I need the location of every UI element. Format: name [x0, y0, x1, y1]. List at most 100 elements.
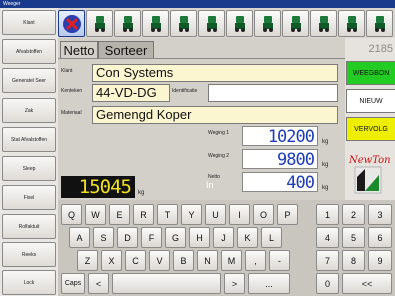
klant-field[interactable]: Con Systems	[92, 64, 338, 82]
truck-slot-7[interactable]	[254, 10, 281, 37]
truck-slot-5[interactable]	[198, 10, 225, 37]
truck-toolbar	[58, 8, 395, 38]
sidebar-button-lock[interactable]: Lock	[2, 270, 56, 295]
key-n[interactable]: N	[197, 250, 218, 271]
truck-icon	[318, 15, 329, 32]
key-ellipsis[interactable]: ...	[248, 273, 290, 294]
kenteken-field[interactable]: 44-VD-DG	[92, 84, 170, 102]
scale-readout: 15045	[61, 176, 135, 198]
key-g[interactable]: G	[165, 227, 186, 248]
sidebar-button-reeks[interactable]: Reeks	[2, 242, 56, 267]
key-l[interactable]: L	[261, 227, 282, 248]
truck-slot-4[interactable]	[170, 10, 197, 37]
identificatie-field[interactable]	[208, 84, 338, 102]
key-b[interactable]: B	[173, 250, 194, 271]
key-z[interactable]: Z	[77, 250, 98, 271]
key-j[interactable]: J	[213, 227, 234, 248]
key-caps[interactable]: Caps	[61, 273, 85, 294]
truck-icon	[150, 15, 161, 32]
sidebar-button-zak[interactable]: Zak	[2, 98, 56, 123]
key-h[interactable]: H	[189, 227, 210, 248]
key-s[interactable]: S	[93, 227, 114, 248]
numpad-key-5[interactable]: 5	[342, 227, 365, 248]
numpad-key-3[interactable]: 3	[368, 204, 392, 225]
key-f[interactable]: F	[141, 227, 162, 248]
kenteken-label: Kenteken	[61, 88, 83, 94]
sidebar-button-afvalstoffen[interactable]: Afvalstoffen	[2, 39, 56, 64]
key-u[interactable]: U	[205, 204, 226, 225]
sidebar-button-klant[interactable]: Klant	[2, 10, 56, 35]
weging1-display: 10200	[242, 126, 318, 147]
netto-display: 400	[242, 172, 318, 193]
weging1-unit: kg	[322, 139, 329, 145]
numpad-key-7[interactable]: 7	[316, 250, 339, 271]
key-o[interactable]: O	[253, 204, 274, 225]
truck-slot-2[interactable]	[114, 10, 141, 37]
materiaal-field[interactable]: Gemengd Koper	[92, 106, 338, 124]
key-i[interactable]: I	[229, 204, 250, 225]
truck-icon	[374, 15, 385, 32]
numeric-keypad: 1 2 3 4 5 6 7 8 9 0 <<	[313, 200, 395, 296]
truck-icon	[234, 15, 245, 32]
truck-slot-10[interactable]	[338, 10, 365, 37]
key-k[interactable]: K	[237, 227, 258, 248]
numpad-key-2[interactable]: 2	[342, 204, 365, 225]
key-w[interactable]: W	[85, 204, 106, 225]
key-c[interactable]: C	[125, 250, 146, 271]
newton-logo: NewTon	[347, 151, 393, 195]
tab-sorteer[interactable]: Sorteer	[98, 41, 154, 59]
numpad-key-9[interactable]: 9	[368, 250, 392, 271]
window-title-bar: Weeger	[0, 0, 395, 8]
truck-slot-11[interactable]	[366, 10, 393, 37]
numpad-key-6[interactable]: 6	[368, 227, 392, 248]
key-m[interactable]: M	[221, 250, 242, 271]
sidebar-button-stat[interactable]: Stat Afvalstoffen	[2, 127, 56, 152]
sidebar-button-generatel[interactable]: Generatel Seer	[2, 68, 56, 93]
truck-icon	[290, 15, 301, 32]
key-d[interactable]: D	[117, 227, 138, 248]
on-screen-keyboard: Q W E R T Y U I O P A S D F G H J K L Z …	[58, 200, 313, 296]
truck-icon	[122, 15, 133, 32]
cancel-button[interactable]	[58, 10, 85, 37]
truck-slot-9[interactable]	[310, 10, 337, 37]
key-a[interactable]: A	[69, 227, 90, 248]
scale-unit: kg	[138, 190, 145, 196]
truck-slot-1[interactable]	[86, 10, 113, 37]
vervolg-button[interactable]: VERVOLG	[346, 117, 395, 141]
sidebar-button-fixel[interactable]: Fixel	[2, 185, 56, 210]
materiaal-label: Materiaal	[61, 110, 82, 116]
truck-slot-8[interactable]	[282, 10, 309, 37]
key-q[interactable]: Q	[61, 204, 82, 225]
tab-netto[interactable]: Netto	[60, 41, 98, 59]
truck-slot-6[interactable]	[226, 10, 253, 37]
netto-unit: kg	[322, 185, 329, 191]
numpad-key-1[interactable]: 1	[316, 204, 339, 225]
identificatie-label: Identificatie	[172, 88, 198, 94]
key-e[interactable]: E	[109, 204, 130, 225]
key-x[interactable]: X	[101, 250, 122, 271]
sidebar-button-rolfaktuit[interactable]: Rolfaktuit	[2, 214, 56, 239]
key-r[interactable]: R	[133, 204, 154, 225]
numpad-key-0[interactable]: 0	[316, 273, 339, 294]
key-y[interactable]: Y	[181, 204, 202, 225]
nieuw-button[interactable]: NIEUW	[346, 89, 395, 113]
key-v[interactable]: V	[149, 250, 170, 271]
numpad-key-8[interactable]: 8	[342, 250, 365, 271]
truck-slot-3[interactable]	[142, 10, 169, 37]
weegbon-button[interactable]: WEEGBON	[346, 61, 395, 85]
key-t[interactable]: T	[157, 204, 178, 225]
key-dash[interactable]: -	[269, 250, 290, 271]
numpad-backspace[interactable]: <<	[342, 273, 392, 294]
key-right-arrow[interactable]: >	[224, 273, 245, 294]
key-space[interactable]	[112, 273, 221, 294]
newton-logo-icon: NewTon	[348, 155, 391, 194]
key-comma[interactable]: ,	[245, 250, 266, 271]
key-p[interactable]: P	[277, 204, 298, 225]
sidebar-button-sleep[interactable]: Sleep	[2, 156, 56, 181]
truck-icon	[178, 15, 189, 32]
sidebar: Klant Afvalstoffen Generatel Seer Zak St…	[0, 8, 58, 296]
svg-text:NewTon: NewTon	[348, 155, 391, 166]
numpad-key-4[interactable]: 4	[316, 227, 339, 248]
weging2-unit: kg	[322, 162, 329, 168]
key-left-arrow[interactable]: <	[88, 273, 109, 294]
